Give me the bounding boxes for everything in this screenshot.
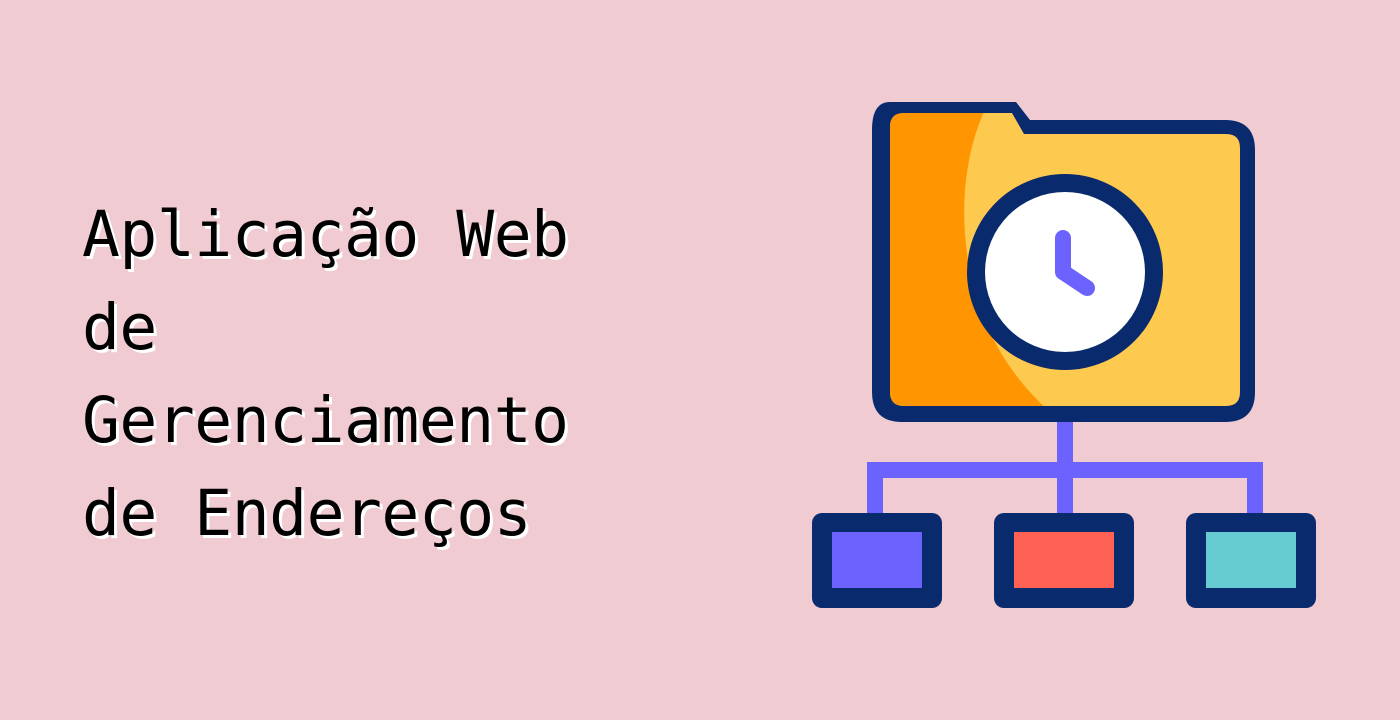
node-right-icon (1186, 513, 1316, 608)
network-connectors (867, 420, 1263, 515)
node-center-icon (994, 513, 1134, 608)
title-line-1: Aplicação Web (82, 198, 569, 271)
banner-title: Aplicação Web de Gerenciamento de Endere… (82, 188, 722, 560)
title-line-2: de (82, 291, 157, 364)
course-banner: Aplicação Web de Gerenciamento de Endere… (0, 0, 1400, 720)
clock-icon (967, 174, 1163, 370)
folder-clock-network-icon (812, 102, 1316, 608)
title-line-4: de Endereços (82, 477, 532, 550)
node-left-icon (812, 513, 942, 608)
title-line-3: Gerenciamento (82, 384, 569, 457)
